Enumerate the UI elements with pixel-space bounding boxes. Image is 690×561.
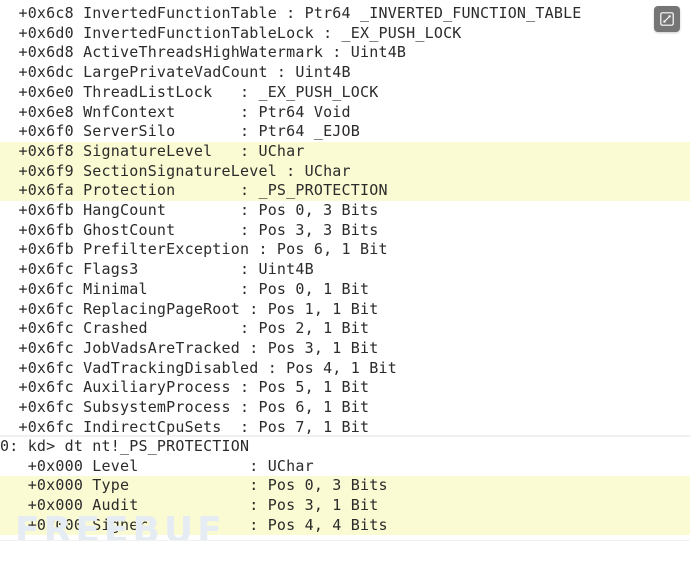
- code-line: +0x6c8 InvertedFunctionTable : Ptr64 _IN…: [0, 4, 582, 22]
- code-line: 0: kd> dt nt!_PS_PROTECTION: [0, 437, 250, 455]
- code-line: +0x6fc ReplacingPageRoot : Pos 1, 1 Bit: [0, 299, 379, 318]
- expand-icon: [660, 12, 674, 26]
- code-line: +0x6f9 SectionSignatureLevel : UChar: [0, 161, 690, 182]
- bottom-bar: [0, 540, 690, 561]
- code-line: +0x6fa Protection : _PS_PROTECTION: [0, 181, 690, 201]
- code-line: +0x6fb HangCount : Pos 0, 3 Bits: [0, 201, 379, 219]
- code-line: +0x6e8 WnfContext : Ptr64 Void: [0, 102, 351, 121]
- code-line: +0x000 Type : Pos 0, 3 Bits: [0, 476, 690, 497]
- code-line: +0x6fc Minimal : Pos 0, 1 Bit: [0, 279, 370, 298]
- code-line: +0x6fc JobVadsAreTracked : Pos 3, 1 Bit: [0, 338, 379, 357]
- code-line: +0x6fc Flags3 : Uint4B: [0, 260, 314, 279]
- code-line: +0x6f0 ServerSilo : Ptr64 _EJOB: [0, 122, 360, 141]
- expand-button[interactable]: [654, 6, 680, 32]
- code-line: +0x6fc Crashed : Pos 2, 1 Bit: [0, 319, 370, 338]
- code-line: +0x6fc VadTrackingDisabled : Pos 4, 1 Bi…: [0, 358, 397, 377]
- code-line: +0x6d0 InvertedFunctionTableLock : _EX_P…: [0, 23, 462, 42]
- code-line: +0x6fc SubsystemProcess : Pos 6, 1 Bit: [0, 398, 370, 416]
- code-line: +0x6d8 ActiveThreadsHighWatermark : Uint…: [0, 43, 407, 62]
- code-line: +0x6fb GhostCount : Pos 3, 3 Bits: [0, 220, 379, 239]
- code-line: +0x6dc LargePrivateVadCount : Uint4B: [0, 63, 351, 82]
- code-line: +0x6fb PrefilterException : Pos 6, 1 Bit: [0, 240, 388, 259]
- code-line: +0x6fc AuxiliaryProcess : Pos 5, 1 Bit: [0, 378, 370, 397]
- code-panel: +0x6c8 InvertedFunctionTable : Ptr64 _IN…: [0, 0, 690, 551]
- code-line: +0x000 Level : UChar: [0, 456, 314, 475]
- code-line: +0x6f8 SignatureLevel : UChar: [0, 141, 690, 162]
- code-line: +0x6e0 ThreadListLock : _EX_PUSH_LOCK: [0, 82, 379, 101]
